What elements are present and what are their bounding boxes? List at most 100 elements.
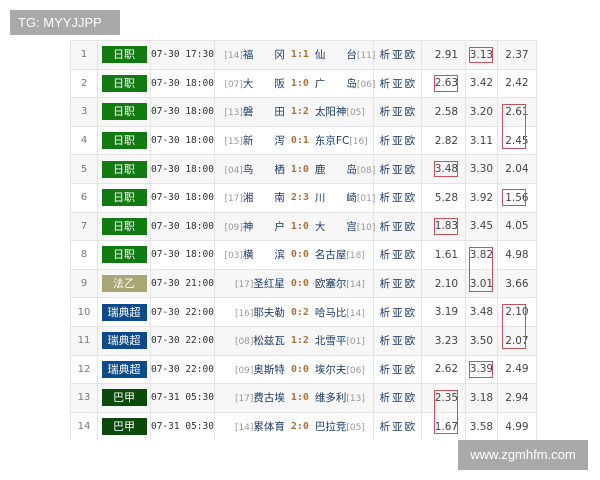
analysis-link[interactable]: 析 (380, 278, 391, 290)
analysis-links: 析亚欧 (372, 411, 422, 441)
home-team[interactable]: [13]磐 田 (215, 104, 284, 119)
euro-odds-link[interactable]: 欧 (405, 192, 416, 204)
home-team[interactable]: [04]鸟 栖 (215, 162, 284, 177)
analysis-link[interactable]: 析 (380, 164, 391, 176)
analysis-link[interactable]: 析 (380, 135, 391, 147)
home-team[interactable]: [08]松兹瓦 (215, 333, 285, 348)
asian-odds-link[interactable]: 亚 (392, 49, 403, 61)
analysis-link[interactable]: 析 (380, 392, 391, 404)
league-badge[interactable]: 日职 (101, 103, 147, 121)
analysis-link[interactable]: 析 (380, 249, 391, 261)
analysis-link[interactable]: 析 (380, 106, 391, 118)
league-badge[interactable]: 巴甲 (101, 418, 147, 436)
euro-odds-link[interactable]: 欧 (405, 249, 416, 261)
asian-odds-link[interactable]: 亚 (392, 192, 403, 204)
away-team[interactable]: 北雪平[01] (315, 333, 373, 348)
match-time: 07-30 18:00 (150, 211, 215, 241)
asian-odds-link[interactable]: 亚 (392, 335, 403, 347)
league-badge[interactable]: 日职 (101, 46, 147, 64)
away-team[interactable]: 维多利[13] (315, 390, 373, 405)
home-rank: [14] (224, 51, 243, 62)
euro-odds-link[interactable]: 欧 (405, 364, 416, 376)
home-team[interactable]: [15]新 泻 (215, 133, 284, 148)
home-team[interactable]: [09]奥斯特 (215, 362, 285, 377)
euro-odds-link[interactable]: 欧 (405, 78, 416, 90)
league-badge[interactable]: 日职 (101, 217, 147, 235)
asian-odds-link[interactable]: 亚 (392, 249, 403, 261)
asian-odds-link[interactable]: 亚 (392, 221, 403, 233)
asian-odds-link[interactable]: 亚 (392, 164, 403, 176)
match-cell: [04]鸟 栖 1:0 鹿 岛[08] (213, 154, 375, 184)
analysis-link[interactable]: 析 (380, 335, 391, 347)
analysis-links: 析亚欧 (372, 211, 422, 241)
league-badge[interactable]: 日职 (101, 189, 147, 207)
home-name: 神 户 (242, 220, 285, 233)
analysis-link[interactable]: 析 (380, 307, 391, 319)
home-team[interactable]: [07]大 阪 (215, 76, 284, 91)
league-badge[interactable]: 日职 (101, 132, 147, 150)
league-badge[interactable]: 瑞典超 (101, 303, 147, 321)
asian-odds-link[interactable]: 亚 (392, 307, 403, 319)
away-team[interactable]: 太阳神[05] (315, 104, 373, 119)
league-badge[interactable]: 日职 (101, 246, 147, 264)
away-team[interactable]: 名古屋[18] (315, 247, 373, 262)
analysis-link[interactable]: 析 (380, 78, 391, 90)
away-team[interactable]: 东京FC[16] (315, 133, 373, 148)
euro-odds-link[interactable]: 欧 (405, 135, 416, 147)
match-time: 07-30 22:00 (150, 325, 215, 356)
away-name: 鹿 岛 (314, 163, 357, 176)
home-rank: [03] (224, 251, 243, 262)
analysis-link[interactable]: 析 (380, 364, 391, 376)
away-team[interactable]: 大 宫[10] (315, 219, 375, 234)
odds-away: 1.56 (496, 182, 537, 213)
league-badge[interactable]: 瑞典超 (101, 360, 147, 378)
asian-odds-link[interactable]: 亚 (392, 364, 403, 376)
euro-odds-link[interactable]: 欧 (405, 106, 416, 118)
euro-odds-link[interactable]: 欧 (405, 392, 416, 404)
euro-odds-link[interactable]: 欧 (405, 278, 416, 290)
league-badge[interactable]: 日职 (101, 160, 147, 178)
away-team[interactable]: 欧塞尔[14] (315, 276, 373, 291)
away-team[interactable]: 鹿 岛[08] (314, 162, 375, 177)
score: 1:0 (290, 392, 309, 404)
away-team[interactable]: 仙 台[11] (315, 47, 375, 62)
asian-odds-link[interactable]: 亚 (392, 78, 403, 90)
home-team[interactable]: [14]累体育 (215, 419, 285, 434)
euro-odds-link[interactable]: 欧 (405, 164, 416, 176)
home-team[interactable]: [17]圣红星 (215, 276, 285, 291)
away-team[interactable]: 埃尔夫[06] (315, 362, 373, 377)
league-badge[interactable]: 瑞典超 (101, 332, 147, 350)
score: 0:1 (290, 135, 309, 147)
home-rank: [15] (224, 137, 243, 148)
euro-odds-link[interactable]: 欧 (405, 421, 416, 433)
euro-odds-link[interactable]: 欧 (405, 49, 416, 61)
match-cell: [14]累体育 2:0 巴拉竞[05] (213, 411, 374, 441)
analysis-link[interactable]: 析 (380, 221, 391, 233)
asian-odds-link[interactable]: 亚 (392, 421, 403, 433)
home-team[interactable]: [17]费古埃 (215, 390, 285, 405)
away-team[interactable]: 巴拉竞[05] (315, 419, 373, 434)
euro-odds-link[interactable]: 欧 (405, 221, 416, 233)
home-team[interactable]: [03]横 滨 (215, 247, 284, 262)
analysis-link[interactable]: 析 (380, 421, 391, 433)
asian-odds-link[interactable]: 亚 (392, 106, 403, 118)
match-time: 07-30 18:00 (150, 68, 215, 98)
home-team[interactable]: [09]神 户 (215, 219, 285, 234)
away-team[interactable]: 川 崎[01] (315, 190, 375, 205)
analysis-link[interactable]: 析 (380, 192, 391, 204)
asian-odds-link[interactable]: 亚 (392, 392, 403, 404)
euro-odds-link[interactable]: 欧 (405, 307, 416, 319)
home-team[interactable]: [14]福 冈 (215, 47, 284, 62)
league-badge[interactable]: 巴甲 (101, 389, 147, 407)
away-team[interactable]: 广 岛[06] (315, 76, 375, 91)
table-row: 12 瑞典超 07-30 22:00 [09]奥斯特 0:0 埃尔夫[06] 析… (70, 354, 537, 384)
league-badge[interactable]: 日职 (101, 74, 147, 92)
away-team[interactable]: 哈马比[14] (315, 305, 373, 320)
league-badge[interactable]: 法乙 (101, 275, 147, 293)
asian-odds-link[interactable]: 亚 (392, 135, 403, 147)
euro-odds-link[interactable]: 欧 (405, 335, 416, 347)
asian-odds-link[interactable]: 亚 (392, 278, 403, 290)
analysis-link[interactable]: 析 (380, 49, 391, 61)
home-team[interactable]: [17]湘 南 (215, 190, 284, 205)
home-team[interactable]: [16]耶夫勒 (215, 305, 285, 320)
